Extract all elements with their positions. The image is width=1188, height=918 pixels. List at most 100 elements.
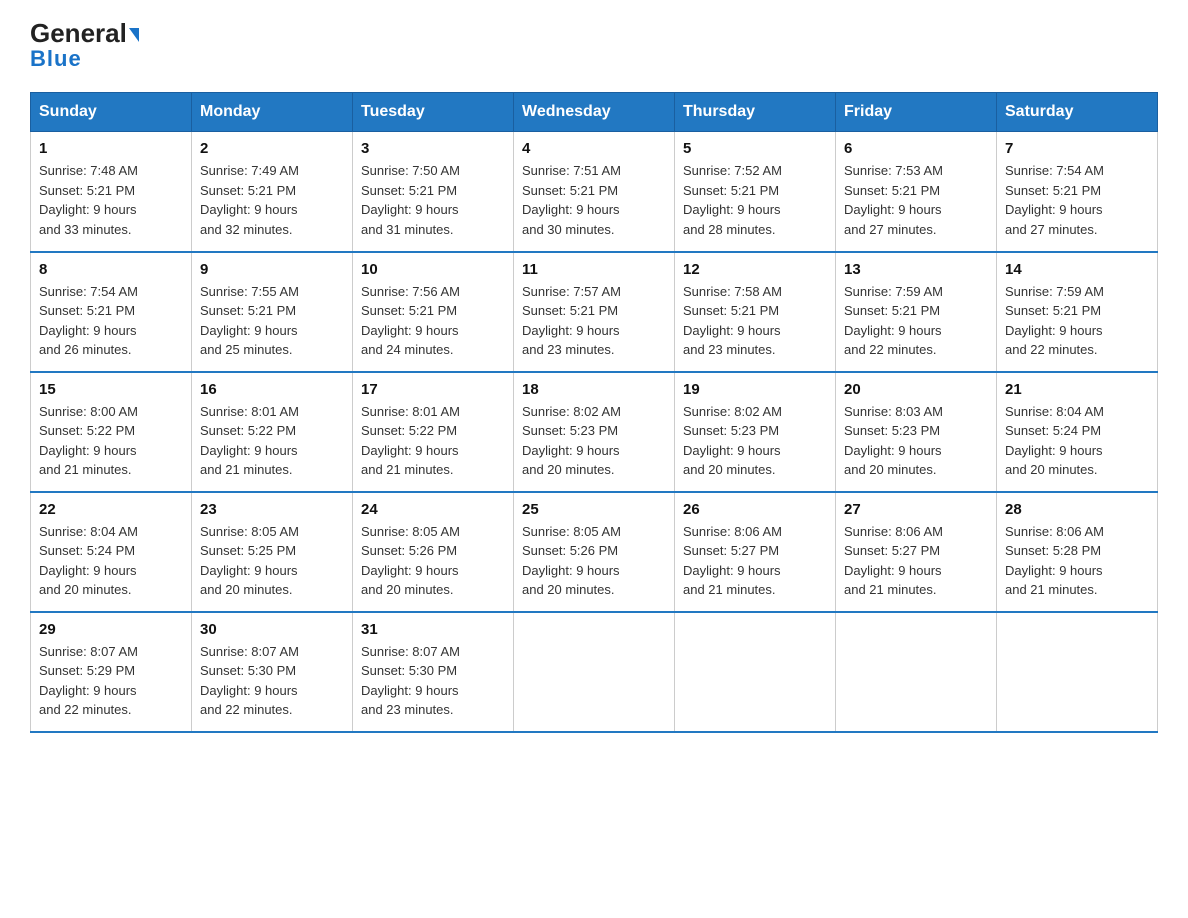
day-number: 17 bbox=[361, 381, 505, 398]
day-cell: 2 Sunrise: 7:49 AMSunset: 5:21 PMDaylight… bbox=[192, 132, 353, 252]
day-number: 13 bbox=[844, 261, 988, 278]
day-info: Sunrise: 8:04 AMSunset: 5:24 PMDaylight:… bbox=[39, 524, 138, 598]
day-number: 12 bbox=[683, 261, 827, 278]
day-info: Sunrise: 7:50 AMSunset: 5:21 PMDaylight:… bbox=[361, 163, 460, 237]
day-cell bbox=[514, 612, 675, 732]
day-info: Sunrise: 7:59 AMSunset: 5:21 PMDaylight:… bbox=[844, 284, 943, 358]
day-info: Sunrise: 7:49 AMSunset: 5:21 PMDaylight:… bbox=[200, 163, 299, 237]
day-cell: 8 Sunrise: 7:54 AMSunset: 5:21 PMDaylight… bbox=[31, 252, 192, 372]
day-info: Sunrise: 8:05 AMSunset: 5:26 PMDaylight:… bbox=[361, 524, 460, 598]
day-cell: 25 Sunrise: 8:05 AMSunset: 5:26 PMDayligh… bbox=[514, 492, 675, 612]
week-row-3: 15 Sunrise: 8:00 AMSunset: 5:22 PMDayligh… bbox=[31, 372, 1158, 492]
week-row-5: 29 Sunrise: 8:07 AMSunset: 5:29 PMDayligh… bbox=[31, 612, 1158, 732]
day-cell bbox=[675, 612, 836, 732]
day-cell: 1Sunrise: 7:48 AMSunset: 5:21 PMDaylight… bbox=[31, 132, 192, 252]
day-number: 27 bbox=[844, 501, 988, 518]
day-number: 5 bbox=[683, 140, 827, 157]
logo: General Blue bbox=[30, 20, 139, 72]
day-info: Sunrise: 8:06 AMSunset: 5:28 PMDaylight:… bbox=[1005, 524, 1104, 598]
day-info: Sunrise: 8:06 AMSunset: 5:27 PMDaylight:… bbox=[683, 524, 782, 598]
day-info: Sunrise: 8:07 AMSunset: 5:30 PMDaylight:… bbox=[200, 644, 299, 718]
page-header: General Blue bbox=[30, 20, 1158, 72]
day-cell bbox=[836, 612, 997, 732]
day-cell: 18 Sunrise: 8:02 AMSunset: 5:23 PMDayligh… bbox=[514, 372, 675, 492]
day-number: 11 bbox=[522, 261, 666, 278]
header-wednesday: Wednesday bbox=[514, 93, 675, 132]
day-cell: 23Sunrise: 8:05 AMSunset: 5:25 PMDayligh… bbox=[192, 492, 353, 612]
day-number: 15 bbox=[39, 381, 183, 398]
day-cell: 21 Sunrise: 8:04 AMSunset: 5:24 PMDayligh… bbox=[997, 372, 1158, 492]
week-row-2: 8 Sunrise: 7:54 AMSunset: 5:21 PMDaylight… bbox=[31, 252, 1158, 372]
day-number: 9 bbox=[200, 261, 344, 278]
day-info: Sunrise: 8:01 AMSunset: 5:22 PMDaylight:… bbox=[361, 404, 460, 478]
day-info: Sunrise: 7:58 AMSunset: 5:21 PMDaylight:… bbox=[683, 284, 782, 358]
header-saturday: Saturday bbox=[997, 93, 1158, 132]
day-cell: 13 Sunrise: 7:59 AMSunset: 5:21 PMDayligh… bbox=[836, 252, 997, 372]
day-info: Sunrise: 7:53 AMSunset: 5:21 PMDaylight:… bbox=[844, 163, 943, 237]
logo-blue-text: Blue bbox=[30, 46, 82, 72]
day-number: 4 bbox=[522, 140, 666, 157]
day-info: Sunrise: 8:01 AMSunset: 5:22 PMDaylight:… bbox=[200, 404, 299, 478]
day-cell: 24 Sunrise: 8:05 AMSunset: 5:26 PMDayligh… bbox=[353, 492, 514, 612]
day-number: 31 bbox=[361, 621, 505, 638]
day-info: Sunrise: 7:48 AMSunset: 5:21 PMDaylight:… bbox=[39, 163, 138, 237]
day-number: 8 bbox=[39, 261, 183, 278]
header-thursday: Thursday bbox=[675, 93, 836, 132]
calendar-header-row: SundayMondayTuesdayWednesdayThursdayFrid… bbox=[31, 93, 1158, 132]
day-info: Sunrise: 7:55 AMSunset: 5:21 PMDaylight:… bbox=[200, 284, 299, 358]
day-cell: 3 Sunrise: 7:50 AMSunset: 5:21 PMDaylight… bbox=[353, 132, 514, 252]
day-info: Sunrise: 7:57 AMSunset: 5:21 PMDaylight:… bbox=[522, 284, 621, 358]
day-cell: 31 Sunrise: 8:07 AMSunset: 5:30 PMDayligh… bbox=[353, 612, 514, 732]
day-number: 7 bbox=[1005, 140, 1149, 157]
day-cell: 27 Sunrise: 8:06 AMSunset: 5:27 PMDayligh… bbox=[836, 492, 997, 612]
day-cell: 9 Sunrise: 7:55 AMSunset: 5:21 PMDaylight… bbox=[192, 252, 353, 372]
day-cell: 26 Sunrise: 8:06 AMSunset: 5:27 PMDayligh… bbox=[675, 492, 836, 612]
day-info: Sunrise: 8:04 AMSunset: 5:24 PMDaylight:… bbox=[1005, 404, 1104, 478]
day-number: 21 bbox=[1005, 381, 1149, 398]
day-cell bbox=[997, 612, 1158, 732]
day-cell: 11 Sunrise: 7:57 AMSunset: 5:21 PMDayligh… bbox=[514, 252, 675, 372]
day-number: 10 bbox=[361, 261, 505, 278]
day-info: Sunrise: 8:05 AMSunset: 5:26 PMDaylight:… bbox=[522, 524, 621, 598]
day-info: Sunrise: 7:59 AMSunset: 5:21 PMDaylight:… bbox=[1005, 284, 1104, 358]
logo-general-text: General bbox=[30, 20, 139, 46]
day-number: 24 bbox=[361, 501, 505, 518]
day-number: 6 bbox=[844, 140, 988, 157]
day-info: Sunrise: 7:56 AMSunset: 5:21 PMDaylight:… bbox=[361, 284, 460, 358]
header-monday: Monday bbox=[192, 93, 353, 132]
day-info: Sunrise: 8:03 AMSunset: 5:23 PMDaylight:… bbox=[844, 404, 943, 478]
day-number: 2 bbox=[200, 140, 344, 157]
day-number: 14 bbox=[1005, 261, 1149, 278]
week-row-4: 22 Sunrise: 8:04 AMSunset: 5:24 PMDayligh… bbox=[31, 492, 1158, 612]
day-cell: 15 Sunrise: 8:00 AMSunset: 5:22 PMDayligh… bbox=[31, 372, 192, 492]
day-cell: 4 Sunrise: 7:51 AMSunset: 5:21 PMDaylight… bbox=[514, 132, 675, 252]
header-friday: Friday bbox=[836, 93, 997, 132]
day-number: 30 bbox=[200, 621, 344, 638]
header-tuesday: Tuesday bbox=[353, 93, 514, 132]
day-number: 19 bbox=[683, 381, 827, 398]
day-number: 3 bbox=[361, 140, 505, 157]
day-info: Sunrise: 7:54 AMSunset: 5:21 PMDaylight:… bbox=[1005, 163, 1104, 237]
day-number: 25 bbox=[522, 501, 666, 518]
day-number: 23 bbox=[200, 501, 344, 518]
day-number: 22 bbox=[39, 501, 183, 518]
day-info: Sunrise: 8:06 AMSunset: 5:27 PMDaylight:… bbox=[844, 524, 943, 598]
day-cell: 10 Sunrise: 7:56 AMSunset: 5:21 PMDayligh… bbox=[353, 252, 514, 372]
day-number: 26 bbox=[683, 501, 827, 518]
day-cell: 6 Sunrise: 7:53 AMSunset: 5:21 PMDaylight… bbox=[836, 132, 997, 252]
day-info: Sunrise: 7:54 AMSunset: 5:21 PMDaylight:… bbox=[39, 284, 138, 358]
day-info: Sunrise: 8:07 AMSunset: 5:30 PMDaylight:… bbox=[361, 644, 460, 718]
day-info: Sunrise: 8:02 AMSunset: 5:23 PMDaylight:… bbox=[522, 404, 621, 478]
day-cell: 19 Sunrise: 8:02 AMSunset: 5:23 PMDayligh… bbox=[675, 372, 836, 492]
day-number: 29 bbox=[39, 621, 183, 638]
day-number: 18 bbox=[522, 381, 666, 398]
day-info: Sunrise: 8:07 AMSunset: 5:29 PMDaylight:… bbox=[39, 644, 138, 718]
day-cell: 5Sunrise: 7:52 AMSunset: 5:21 PMDaylight… bbox=[675, 132, 836, 252]
day-info: Sunrise: 8:02 AMSunset: 5:23 PMDaylight:… bbox=[683, 404, 782, 478]
day-info: Sunrise: 8:00 AMSunset: 5:22 PMDaylight:… bbox=[39, 404, 138, 478]
day-cell: 22 Sunrise: 8:04 AMSunset: 5:24 PMDayligh… bbox=[31, 492, 192, 612]
day-cell: 28 Sunrise: 8:06 AMSunset: 5:28 PMDayligh… bbox=[997, 492, 1158, 612]
day-info: Sunrise: 7:51 AMSunset: 5:21 PMDaylight:… bbox=[522, 163, 621, 237]
day-number: 28 bbox=[1005, 501, 1149, 518]
day-number: 16 bbox=[200, 381, 344, 398]
